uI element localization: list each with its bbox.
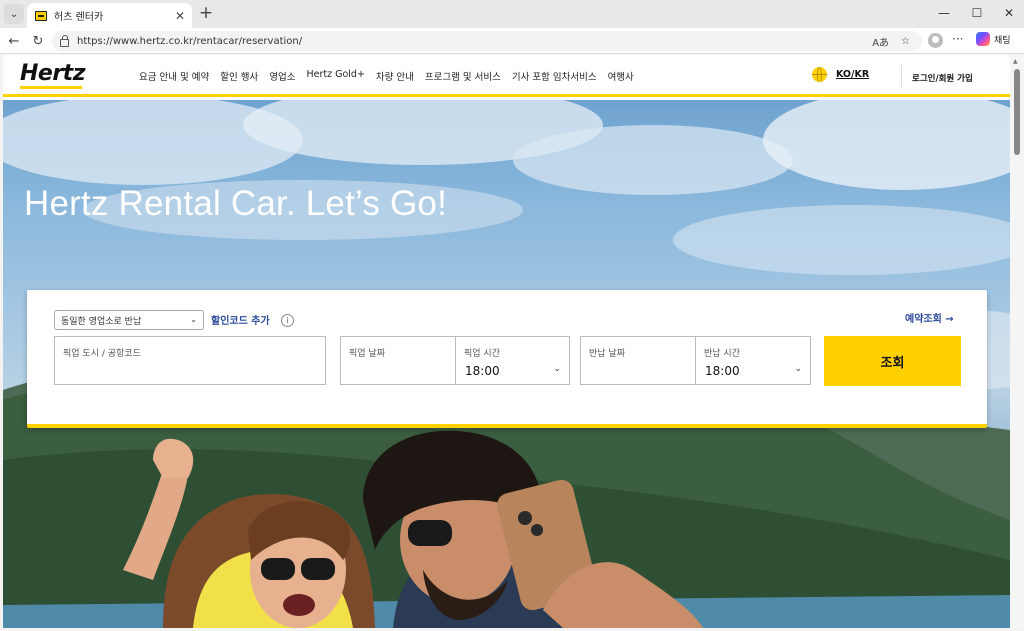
main-nav: 요금 안내 및 예약 할인 행사 영업소 Hertz Gold+ 차량 안내 프… [139, 69, 645, 83]
back-arrow-icon[interactable]: ← [5, 32, 23, 50]
chevron-down-icon: ⌄ [553, 364, 561, 374]
return-time-select[interactable]: 반납 시간 18:00 ⌄ [696, 336, 811, 385]
add-promo-code-link[interactable]: 할인코드 추가 [211, 312, 270, 327]
pickup-time-value: 18:00 [465, 364, 500, 378]
more-icon[interactable]: ··· [952, 32, 963, 46]
hertz-logo[interactable]: Hertz [20, 61, 86, 86]
return-date-input[interactable] [581, 336, 695, 385]
language-label[interactable]: KO/KR [836, 69, 869, 80]
address-bar[interactable]: https://www.hertz.co.kr/rentacar/reserva… [52, 31, 922, 51]
search-button[interactable]: 조회 [824, 336, 961, 386]
nav-item-vehicles[interactable]: 차량 안내 [376, 69, 414, 83]
return-time-label: 반납 시간 [704, 349, 740, 359]
chevron-down-icon: ⌄ [190, 315, 197, 324]
tab-title: 허츠 렌터카 [54, 12, 104, 23]
maximize-icon[interactable]: ☐ [963, 3, 991, 23]
booking-form: 동일한 영업소로 반납 ⌄ 할인코드 추가 i 예약조회 → 픽업 도시 / 공… [27, 290, 987, 428]
nav-item-locations[interactable]: 영업소 [269, 69, 295, 83]
pickup-time-label: 픽업 시간 [464, 349, 500, 359]
url-text[interactable]: https://www.hertz.co.kr/rentacar/reserva… [77, 36, 872, 47]
nav-item-gold-plus[interactable]: Hertz Gold+ [306, 69, 364, 83]
nav-item-rates-reservations[interactable]: 요금 안내 및 예약 [139, 69, 209, 83]
page-viewport: Hertz 요금 안내 및 예약 할인 행사 영업소 Hertz Gold+ 차… [3, 55, 1010, 628]
close-icon[interactable]: ✕ [172, 8, 188, 24]
globe-icon [812, 67, 827, 82]
nav-item-deals[interactable]: 할인 행사 [220, 69, 258, 83]
pickup-time-select[interactable]: 픽업 시간 18:00 ⌄ [456, 336, 570, 385]
hertz-favicon-icon [35, 10, 47, 21]
browser-tab[interactable]: 허츠 렌터카 ✕ [27, 3, 192, 28]
hero-headline: Hertz Rental Car. Let’s Go! [24, 184, 447, 223]
browser-tab-bar: ⌄ 허츠 렌터카 ✕ + — ☐ ✕ [0, 0, 1024, 28]
window-close-icon[interactable]: ✕ [995, 3, 1023, 23]
copilot-label: 채팅 [994, 35, 1011, 46]
return-time-value: 18:00 [705, 364, 740, 378]
nav-item-programs-services[interactable]: 프로그램 및 서비스 [425, 69, 501, 83]
nav-item-chauffeur[interactable]: 기사 포함 임차서비스 [512, 69, 597, 83]
site-header: Hertz 요금 안내 및 예약 할인 행사 영업소 Hertz Gold+ 차… [3, 55, 1010, 97]
logo-underline [20, 86, 82, 89]
return-location-value: 동일한 영업소로 반납 [61, 316, 142, 327]
read-aloud-icon[interactable]: Aあ [872, 34, 889, 49]
profile-icon[interactable] [928, 33, 943, 48]
plus-icon[interactable]: + [197, 4, 215, 22]
copilot-icon [976, 32, 990, 46]
language-selector[interactable]: KO/KR [812, 67, 869, 82]
header-divider [901, 65, 902, 87]
pickup-location-input[interactable]: 픽업 도시 / 공항코드 [54, 336, 326, 385]
login-link[interactable]: 로그인/회원 가입 [912, 72, 973, 84]
return-location-select[interactable]: 동일한 영업소로 반납 ⌄ [54, 310, 204, 330]
reload-icon[interactable]: ↻ [29, 32, 47, 50]
scrollbar-thumb[interactable] [1014, 69, 1020, 155]
nav-item-travel-agency[interactable]: 여행사 [608, 69, 634, 83]
info-icon[interactable]: i [281, 314, 294, 327]
pickup-location-label: 픽업 도시 / 공항코드 [63, 349, 141, 359]
copilot-button[interactable]: 채팅 [976, 32, 1011, 46]
hero-banner: Hertz Rental Car. Let’s Go! 동일한 영업소로 반납 … [3, 100, 1010, 628]
pickup-date-input[interactable] [341, 336, 455, 385]
favorite-star-icon[interactable]: ☆ [901, 36, 910, 47]
lock-icon[interactable] [60, 34, 69, 47]
tab-list-icon[interactable]: ⌄ [4, 4, 24, 24]
scroll-up-icon[interactable]: ▲ [1013, 58, 1018, 65]
chevron-down-icon: ⌄ [794, 364, 802, 374]
minimize-icon[interactable]: — [930, 3, 958, 23]
browser-toolbar: ← ↻ https://www.hertz.co.kr/rentacar/res… [0, 28, 1024, 54]
reservation-lookup-link[interactable]: 예약조회 → [905, 310, 954, 325]
page-scrollbar[interactable]: ▲ [1010, 55, 1024, 628]
